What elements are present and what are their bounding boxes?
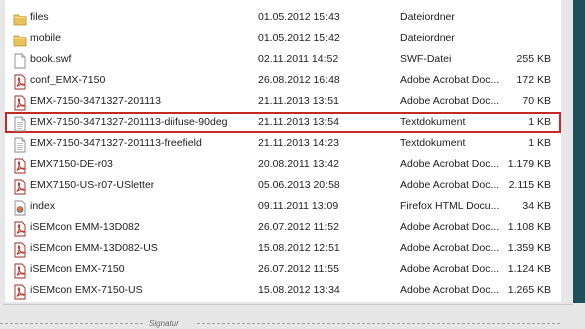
signature-dash-right [197,323,560,324]
file-type: Adobe Acrobat Doc... [400,95,500,107]
file-row[interactable]: EMX-7150-3471327-201113 21.11.2013 13:51 A… [5,91,561,112]
file-name: iSEMcon EMM-13D082 [30,221,140,233]
file-date: 20.08.2011 13:42 [258,158,339,170]
text-file-icon [13,116,27,132]
file-date: 09.11.2011 13:09 [258,200,339,212]
file-size: 34 KB [522,200,551,212]
file-row[interactable]: book.swf 02.11.2011 14:52 SWF-Datei 255 KB [5,49,561,70]
pdf-icon [13,242,27,258]
folder-icon [13,11,27,27]
file-date: 01.05.2012 15:42 [258,32,340,44]
file-date: 05.06.2013 20:58 [258,179,340,191]
signature-area: Signatur [0,318,560,329]
file-type: Textdokument [400,116,466,128]
file-name: EMX7150-US-r07-USletter [30,179,155,191]
file-row[interactable]: conf_EMX-7150 26.08.2012 16:48 Adobe Acrob… [5,70,561,91]
file-type: Adobe Acrobat Doc... [400,263,500,275]
file-type: Firefox HTML Docu... [400,200,500,212]
file-explorer: files 01.05.2012 15:43 Dateiordner mobile 01… [5,0,561,302]
file-row[interactable]: files 01.05.2012 15:43 Dateiordner [5,7,561,28]
file-name: EMX7150-DE-r03 [30,158,113,170]
file-row[interactable]: index 09.11.2011 13:09 Firefox HTML Docu..… [5,196,561,217]
file-date: 01.05.2012 15:43 [258,11,340,23]
signature-label: Signatur [149,319,179,328]
file-size: 1.265 KB [507,284,551,296]
file-type: Adobe Acrobat Doc... [400,242,500,254]
pdf-icon [13,284,27,300]
file-type: Dateiordner [400,32,455,44]
file-type: Adobe Acrobat Doc... [400,158,500,170]
file-date: 15.08.2012 13:34 [258,284,340,296]
pdf-icon [13,263,27,279]
pdf-icon [13,179,27,195]
file-type: Adobe Acrobat Doc... [400,74,500,86]
text-file-icon [13,137,27,153]
file-size: 1.359 KB [507,242,551,254]
file-row[interactable]: iSEMcon EMM-13D082 26.07.2012 11:52 Adobe … [5,217,561,238]
file-name: book.swf [30,53,72,65]
file-name: EMX-7150-3471327-201113-diifuse-90deg [30,116,228,128]
file-date: 21.11.2013 14:23 [258,137,339,149]
pdf-icon [13,95,27,111]
file-date: 21.11.2013 13:54 [258,116,339,128]
file-date: 26.07.2012 11:52 [258,221,339,233]
file-date: 15.08.2012 12:51 [258,242,340,254]
file-name: index [30,200,56,212]
file-name: iSEMcon EMX-7150 [30,263,125,275]
signature-dash-left [0,323,143,324]
file-name: files [30,11,49,23]
file-row[interactable]: iSEMcon EMX-7150-US 15.08.2012 13:34 Adobe… [5,280,561,301]
file-size: 1 KB [528,137,551,149]
pdf-icon [13,74,27,90]
file-size: 2.115 KB [508,179,551,191]
file-name: mobile [30,32,61,44]
file-row[interactable]: EMX-7150-3471327-201113-freefield 21.11.2… [5,133,561,154]
pdf-icon [13,221,27,237]
file-size: 1.124 KB [507,263,551,275]
file-size: 70 KB [522,95,551,107]
file-date: 26.08.2012 16:48 [258,74,340,86]
file-row[interactable]: EMX7150-DE-r03 20.08.2011 13:42 Adobe Acro… [5,154,561,175]
file-type: Textdokument [400,137,466,149]
file-size: 1.179 KB [507,158,551,170]
file-date: 02.11.2011 14:52 [258,53,339,65]
file-name: EMX-7150-3471327-201113-freefield [30,137,202,149]
sidebar-strip [573,0,585,303]
file-row-selected[interactable]: EMX-7150-3471327-201113-diifuse-90deg 21.… [5,112,561,133]
file-name: iSEMcon EMX-7150-US [30,284,143,296]
file-name: conf_EMX-7150 [30,74,106,86]
file-date: 21.11.2013 13:51 [258,95,339,107]
html-file-icon [13,200,27,216]
file-row[interactable]: EMX7150-US-r07-USletter 05.06.2013 20:58 A… [5,175,561,196]
file-name: EMX-7150-3471327-201113 [30,95,161,107]
file-type: SWF-Datei [400,53,452,65]
file-row[interactable]: mobile 01.05.2012 15:42 Dateiordner [5,28,561,49]
divider [3,304,573,305]
generic-file-icon [13,53,27,69]
file-size: 255 KB [516,53,551,65]
file-type: Adobe Acrobat Doc... [400,284,500,296]
file-size: 172 KB [516,74,551,86]
file-size: 1 KB [528,116,551,128]
file-list: files 01.05.2012 15:43 Dateiordner mobile 01… [5,7,561,301]
file-date: 26.07.2012 11:55 [258,263,339,275]
file-size: 1.108 KB [507,221,551,233]
folder-icon [13,32,27,48]
file-row[interactable]: iSEMcon EMM-13D082-US 15.08.2012 12:51 Ado… [5,238,561,259]
file-name: iSEMcon EMM-13D082-US [30,242,158,254]
file-row[interactable]: iSEMcon EMX-7150 26.07.2012 11:55 Adobe Ac… [5,259,561,280]
file-type: Dateiordner [400,11,455,23]
pdf-icon [13,158,27,174]
file-type: Adobe Acrobat Doc... [400,179,500,191]
file-type: Adobe Acrobat Doc... [400,221,500,233]
